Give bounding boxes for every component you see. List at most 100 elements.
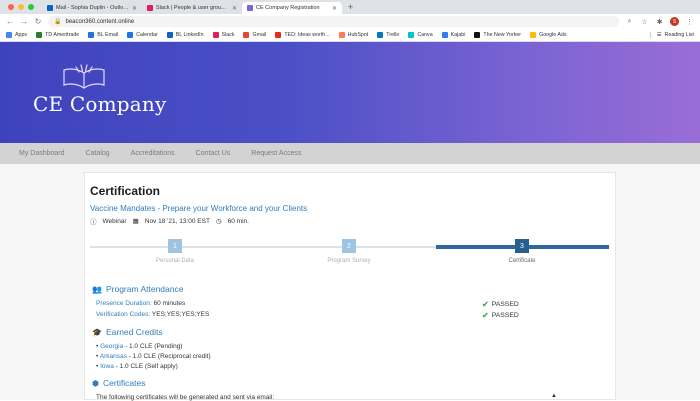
- maximize-window-button[interactable]: [28, 4, 34, 10]
- reading-list-icon: ☰: [656, 32, 662, 38]
- credit-state-link[interactable]: Georgia: [100, 343, 123, 350]
- bookmark-item[interactable]: Google Ads: [530, 32, 566, 38]
- lock-icon: 🔒: [54, 19, 62, 25]
- bookmark-item[interactable]: The New Yorker: [474, 32, 521, 38]
- close-tab-icon[interactable]: ✕: [132, 5, 137, 12]
- bookmark-item[interactable]: Calendar: [127, 32, 158, 38]
- close-tab-icon[interactable]: ✕: [232, 5, 237, 12]
- credit-detail: - 1.0 CLE (Self apply): [113, 363, 178, 370]
- search-icon[interactable]: ⌕: [625, 18, 634, 26]
- browser-tab-outlook[interactable]: Mail - Sophia Duplin - Outlook ✕: [42, 2, 142, 14]
- bookmark-item[interactable]: Trello: [377, 32, 399, 38]
- bookmark-label: Calendar: [136, 32, 158, 38]
- bookmark-item[interactable]: BL LinkedIn: [166, 32, 204, 38]
- nav-contact-us[interactable]: Contact Us: [196, 150, 231, 157]
- bookmark-favicon-icon: [338, 32, 345, 38]
- section-title: Certificates: [102, 378, 146, 388]
- tab-label: Mail - Sophia Duplin - Outlook: [56, 5, 129, 11]
- credit-state-link[interactable]: Iowa: [100, 363, 114, 370]
- status-text: PASSED: [491, 301, 519, 308]
- bookmark-label: TED: Ideas worth...: [284, 32, 330, 38]
- bookmark-item[interactable]: Kajabi: [441, 32, 465, 38]
- verification-codes-row: Verification Codes: YES;YES;YES;YES: [96, 311, 209, 318]
- step-3-badge[interactable]: 3: [515, 239, 529, 253]
- extensions-icon[interactable]: ✱: [655, 18, 664, 26]
- url-text: beacon360.content.online: [65, 18, 135, 25]
- bookmark-favicon-icon: [408, 32, 415, 38]
- step-2-badge[interactable]: 2: [342, 239, 356, 253]
- nav-accreditations[interactable]: Accreditations: [131, 150, 175, 157]
- credit-detail: - 1.0 CLE (Reciprocal credit): [126, 353, 211, 360]
- browser-tab-slack[interactable]: Slack | People & user groups | ✕: [142, 2, 242, 14]
- nav-my-dashboard[interactable]: My Dashboard: [19, 150, 65, 157]
- check-icon: ✔: [482, 300, 489, 309]
- bookmark-item[interactable]: Slack: [212, 32, 234, 38]
- browser-tab-bar: Mail - Sophia Duplin - Outlook ✕ Slack |…: [0, 0, 700, 14]
- bookmark-item[interactable]: TED: Ideas worth...: [275, 32, 330, 38]
- event-meta: ⓘ Webinar ▦ Nov 18 '21, 13:00 EST ◷ 60 m…: [90, 216, 249, 227]
- browser-tab-ce-company[interactable]: CE Company Registration ✕: [242, 2, 342, 14]
- status-text: PASSED: [491, 312, 519, 319]
- slack-icon: [147, 5, 153, 11]
- bookmark-favicon-icon: [275, 32, 282, 38]
- certificates-heading: ⬢ Certificates: [92, 378, 146, 388]
- bookmark-item[interactable]: HubSpot: [338, 32, 368, 38]
- reload-icon[interactable]: ↻: [34, 17, 42, 26]
- credit-state-link[interactable]: Arkansas: [100, 353, 127, 360]
- event-title-link[interactable]: Vaccine Mandates - Prepare your Workforc…: [90, 204, 307, 213]
- bookmark-label: BL LinkedIn: [175, 32, 204, 38]
- new-tab-button[interactable]: +: [342, 2, 359, 14]
- reading-list-label: Reading List: [664, 32, 694, 38]
- bookmark-favicon-icon: [127, 32, 134, 38]
- credit-item: • Georgia - 1.0 CLE (Pending): [96, 343, 183, 350]
- bookmark-favicon-icon: [166, 32, 173, 38]
- bookmark-label: Apps: [15, 32, 28, 38]
- profile-avatar[interactable]: S: [670, 17, 679, 26]
- url-bar[interactable]: 🔒 beacon360.content.online: [48, 16, 619, 27]
- section-title: Earned Credits: [105, 327, 163, 337]
- forward-arrow-icon[interactable]: →: [20, 17, 28, 26]
- bookmark-favicon-icon: [88, 32, 95, 38]
- event-duration: 60 min.: [227, 217, 249, 225]
- bookmark-favicon-icon: [6, 32, 12, 38]
- program-attendance-heading: 👥 Program Attendance: [92, 284, 183, 294]
- step-3-label: Certificate: [508, 258, 536, 264]
- step-2-label: Program Survey: [327, 258, 371, 264]
- bookmark-favicon-icon: [474, 32, 481, 38]
- bookmark-star-icon[interactable]: ☆: [640, 18, 649, 26]
- minimize-window-button[interactable]: [18, 4, 24, 10]
- menu-kebab-icon[interactable]: ⋮: [685, 18, 694, 26]
- back-arrow-icon[interactable]: ←: [6, 17, 14, 26]
- verification-codes-label: Verification Codes:: [96, 311, 151, 318]
- event-date: Nov 18 '21, 13:00 EST: [144, 217, 210, 225]
- presence-duration-row: Presence Duration: 60 minutes: [96, 300, 185, 307]
- section-title: Program Attendance: [105, 284, 184, 294]
- tab-label: Slack | People & user groups |: [156, 5, 229, 11]
- bookmark-item[interactable]: BL Email: [88, 32, 118, 38]
- close-tab-icon[interactable]: ✕: [332, 5, 337, 12]
- chevron-up-icon[interactable]: ▲: [551, 393, 557, 399]
- verification-codes-value: YES;YES;YES;YES: [151, 311, 210, 318]
- calendar-icon: ▦: [132, 218, 139, 225]
- page-title: Certification: [90, 184, 161, 198]
- graduation-cap-icon: 🎓: [92, 327, 102, 337]
- bookmark-label: Canva: [417, 32, 433, 38]
- bookmark-label: Google Ads: [539, 32, 567, 38]
- nav-catalog[interactable]: Catalog: [86, 150, 110, 157]
- bookmark-item[interactable]: Gmail: [243, 32, 266, 38]
- step-1-badge[interactable]: 1: [168, 239, 182, 253]
- brand-wordmark[interactable]: CE Company: [33, 92, 166, 116]
- info-icon: ⓘ: [90, 219, 97, 226]
- reading-list-button[interactable]: ☰ Reading List: [649, 32, 694, 38]
- credit-item: • Iowa - 1.0 CLE (Self apply): [96, 363, 178, 370]
- bookmark-item[interactable]: TD Ameritrade: [36, 32, 79, 38]
- close-window-button[interactable]: [8, 4, 14, 10]
- nav-request-access[interactable]: Request Access: [251, 150, 301, 157]
- bookmark-label: BL Email: [97, 32, 119, 38]
- credit-item: • Arkansas - 1.0 CLE (Reciprocal credit): [96, 353, 211, 360]
- bookmark-item[interactable]: Canva: [408, 32, 433, 38]
- bookmark-item[interactable]: Apps: [6, 32, 27, 38]
- presence-status-badge: ✔ PASSED: [482, 300, 519, 309]
- event-format: Webinar: [102, 217, 127, 225]
- bookmark-label: The New Yorker: [483, 32, 522, 38]
